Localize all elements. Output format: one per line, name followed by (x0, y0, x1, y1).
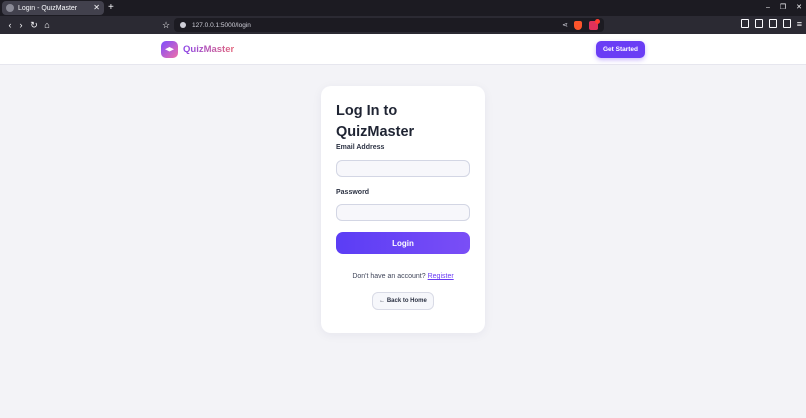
url-text[interactable]: 127.0.0.1:5000/login (192, 22, 562, 29)
email-label: Email Address (336, 144, 385, 151)
get-started-button[interactable]: Get Started (596, 41, 645, 58)
site-info-icon[interactable] (180, 22, 186, 28)
close-tab-icon[interactable]: ✕ (93, 4, 100, 12)
forward-arrow-icon[interactable]: › (15, 18, 27, 32)
toolbar-actions: ≡ (740, 19, 802, 29)
back-to-home-button[interactable]: ← Back to Home (372, 292, 434, 310)
register-link[interactable]: Register (428, 273, 454, 280)
sidebar-icon[interactable] (754, 19, 763, 28)
wallet-icon[interactable] (768, 19, 777, 28)
login-card: Log In to QuizMaster Email Address Passw… (321, 86, 485, 333)
shield-icon[interactable] (574, 20, 582, 30)
share-icon[interactable]: ⋖ (562, 21, 568, 29)
restore-icon[interactable]: ❐ (780, 2, 786, 14)
brand-name[interactable]: QuizMaster (183, 44, 234, 55)
menu-icon[interactable]: ≡ (797, 19, 802, 29)
password-field[interactable] (336, 204, 470, 221)
new-tab-button[interactable]: + (108, 1, 114, 14)
register-prompt: Don't have an account? Register (321, 273, 485, 280)
browser-tab-bar: Login - QuizMaster ✕ + – ❐ ✕ (0, 0, 806, 16)
window-controls: – ❐ ✕ (766, 2, 802, 14)
browser-toolbar: ‹ › ↻ ⌂ ☆ 127.0.0.1:5000/login ⋖ ≡ (0, 16, 806, 34)
window-close-icon[interactable]: ✕ (796, 2, 802, 14)
bookmark-icon[interactable]: ☆ (162, 18, 170, 32)
home-icon[interactable]: ⌂ (41, 18, 53, 32)
page-title: Log In to QuizMaster (336, 103, 415, 140)
address-bar[interactable]: 127.0.0.1:5000/login ⋖ (174, 18, 604, 32)
extensions-icon[interactable] (782, 19, 791, 28)
reload-icon[interactable]: ↻ (28, 18, 40, 32)
register-prompt-text: Don't have an account? (352, 273, 426, 280)
password-label: Password (336, 189, 370, 196)
page-icon[interactable] (740, 19, 749, 28)
tab-title: Login - QuizMaster (18, 4, 78, 12)
cap-shape (165, 47, 174, 52)
site-header: QuizMaster Get Started (0, 34, 806, 65)
browser-tab[interactable]: Login - QuizMaster ✕ (2, 1, 104, 15)
minimize-icon[interactable]: – (766, 2, 770, 14)
favicon-icon (6, 4, 14, 12)
graduation-cap-icon[interactable] (161, 41, 178, 58)
login-button[interactable]: Login (336, 232, 470, 254)
rewards-icon[interactable] (589, 18, 600, 30)
email-field[interactable] (336, 160, 470, 177)
